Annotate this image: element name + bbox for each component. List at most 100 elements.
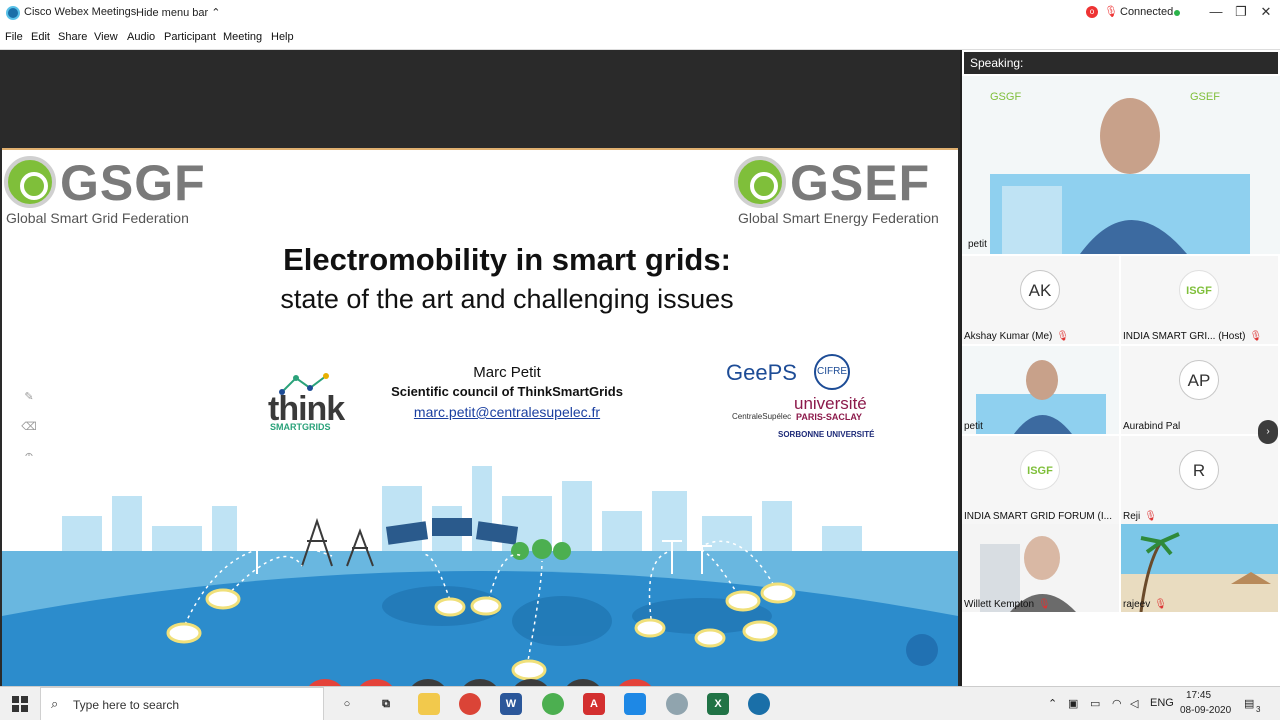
active-speaker-video[interactable]: GSGF GSEF petit	[962, 76, 1280, 254]
participant-name: Akshay Kumar (Me) 🎙	[964, 331, 1070, 342]
wifi-icon[interactable]: ◠	[1112, 697, 1122, 710]
microphone-muted-icon: 🎙	[1249, 331, 1263, 342]
participant-name: INDIA SMART GRID FORUM (I...	[964, 511, 1112, 522]
speaking-header: Speaking:	[964, 52, 1278, 74]
speaker-video-frame: GSGF GSEF	[962, 76, 1280, 254]
hide-menu-bar-label: Hide menu bar	[136, 7, 209, 19]
smart-grid-illustration	[2, 456, 958, 686]
word-icon[interactable]: W	[500, 693, 522, 715]
close-icon[interactable]: ✕	[1255, 3, 1277, 21]
eraser-icon[interactable]: ⌫	[16, 420, 42, 450]
app-title: Cisco Webex Meetings	[24, 6, 137, 18]
windows-start-icon[interactable]	[12, 696, 28, 712]
participant-tile[interactable]: AK Akshay Kumar (Me) 🎙	[962, 256, 1119, 344]
network-icon[interactable]: ▣	[1068, 697, 1078, 710]
minimize-icon[interactable]: —	[1205, 3, 1227, 21]
app-icon[interactable]	[666, 693, 688, 715]
participant-tile[interactable]: petit	[962, 346, 1119, 434]
recording-icon: o	[1086, 6, 1098, 18]
isgf-logo: ISGF	[1179, 270, 1219, 310]
maximize-icon[interactable]: ❐	[1230, 3, 1252, 21]
microphone-muted-icon: 🎙	[1038, 599, 1051, 610]
excel-icon[interactable]: X	[707, 693, 729, 715]
paris-saclay-logo: PARIS-SACLAY	[796, 412, 863, 422]
hide-menu-bar-button[interactable]: Hide menu bar ⌃	[136, 6, 220, 19]
presenter-name: Marc Petit	[473, 364, 541, 381]
microphone-muted-icon: 🎙	[1104, 6, 1118, 18]
university-logo: université	[794, 394, 867, 413]
menu-audio[interactable]: Audio	[127, 31, 155, 43]
next-page-arrow-icon[interactable]: ›	[1258, 420, 1278, 444]
avatar: AP	[1179, 360, 1219, 400]
battery-icon[interactable]: ▭	[1090, 697, 1100, 710]
participants-panel: Speaking: GSGF GSEF petit AK Akshay Kuma…	[962, 50, 1280, 686]
microphone-muted-icon: 🎙	[1144, 511, 1157, 522]
gsef-logo-text: GSEF	[790, 155, 931, 211]
title-bar: Cisco Webex Meetings Hide menu bar ⌃ o 🎙…	[0, 0, 1280, 26]
acrobat-icon[interactable]: A	[583, 693, 605, 715]
notification-icon[interactable]: ▤	[1244, 697, 1254, 710]
gsef-logo-subtitle: Global Smart Energy Federation	[738, 210, 939, 226]
taskbar-search-box[interactable]: ⌕ Type here to search	[40, 687, 324, 720]
participant-name: Willett Kempton 🎙	[964, 599, 1051, 610]
svg-text:GSEF: GSEF	[1190, 91, 1220, 103]
connection-dot-icon	[1174, 10, 1180, 16]
connection-status: Connected	[1120, 6, 1174, 18]
geeps-logo: GeePS	[726, 360, 797, 385]
sorbonne-logo: SORBONNE UNIVERSITÉ	[778, 430, 875, 439]
participant-tile[interactable]: ISGF INDIA SMART GRID FORUM (I...	[962, 436, 1119, 524]
menu-share[interactable]: Share	[58, 31, 87, 43]
menu-help[interactable]: Help	[271, 31, 294, 43]
participant-tile[interactable]: Willett Kempton 🎙	[962, 524, 1119, 612]
avatar: R	[1179, 450, 1219, 490]
participant-tile[interactable]: ISGF INDIA SMART GRI... (Host) 🎙	[1121, 256, 1278, 344]
chrome-profile-icon[interactable]	[542, 693, 564, 715]
chevron-up-icon[interactable]: ⌃	[1048, 697, 1057, 710]
photos-icon[interactable]	[624, 693, 646, 715]
menu-edit[interactable]: Edit	[31, 31, 50, 43]
svg-text:GSGF: GSGF	[990, 91, 1021, 103]
presenter-affiliation: Scientific council of ThinkSmartGrids	[391, 384, 623, 399]
clock-time[interactable]: 17:45	[1186, 690, 1211, 701]
menu-meeting[interactable]: Meeting	[223, 31, 262, 43]
pen-icon[interactable]: ✎	[16, 390, 42, 420]
menu-view[interactable]: View	[94, 31, 118, 43]
microphone-muted-icon: 🎙	[1154, 599, 1167, 610]
presentation-slide: GSGF Global Smart Grid Federation GSEF G…	[2, 148, 958, 686]
cortana-icon[interactable]: ○	[336, 693, 358, 715]
file-explorer-icon[interactable]	[418, 693, 440, 715]
participant-tile[interactable]: R Reji 🎙	[1121, 436, 1278, 524]
menu-participant[interactable]: Participant	[164, 31, 216, 43]
participant-name: Reji 🎙	[1123, 511, 1157, 522]
shared-content-stage: GSGF Global Smart Grid Federation GSEF G…	[0, 50, 960, 720]
gsgf-power-icon	[4, 156, 56, 208]
participant-tile[interactable]: AP Aurabind Pal	[1121, 346, 1278, 434]
gsef-power-icon	[734, 156, 786, 208]
smartgrids-logo: SMARTGRIDS	[270, 422, 331, 432]
participant-tile[interactable]: rajeev 🎙	[1121, 524, 1278, 612]
isgf-logo: ISGF	[1020, 450, 1060, 490]
speaker-name: petit	[968, 239, 987, 250]
slide-title: Electromobility in smart grids:	[283, 242, 731, 277]
task-view-icon[interactable]: ⧉	[375, 693, 397, 715]
notification-count: 3	[1256, 705, 1261, 714]
gsgf-logo-subtitle: Global Smart Grid Federation	[6, 210, 189, 226]
menu-bar: File Edit Share View Audio Participant M…	[0, 26, 1280, 50]
webex-taskbar-icon[interactable]	[748, 693, 770, 715]
chrome-icon[interactable]	[459, 693, 481, 715]
presenter-email[interactable]: marc.petit@centralesupelec.fr	[362, 404, 652, 420]
clock-date[interactable]: 08-09-2020	[1180, 705, 1231, 716]
menu-file[interactable]: File	[5, 31, 23, 43]
participant-name: Aurabind Pal	[1123, 421, 1181, 432]
search-placeholder: Type here to search	[73, 698, 180, 712]
windows-taskbar: ⌕ Type here to search ○ ⧉ W A X ⌃ ▣ ▭ ◠ …	[0, 686, 1280, 720]
volume-icon[interactable]: ◁	[1130, 697, 1138, 710]
participant-video	[962, 346, 1119, 434]
avatar: AK	[1020, 270, 1060, 310]
participant-name: rajeev 🎙	[1123, 599, 1167, 610]
centralesupelec-logo: CentraleSupélec	[732, 412, 792, 421]
search-icon: ⌕	[51, 696, 59, 711]
language-indicator[interactable]: ENG	[1150, 697, 1174, 709]
cifre-logo: CIFRE	[814, 354, 850, 390]
participant-name: petit	[964, 421, 983, 432]
